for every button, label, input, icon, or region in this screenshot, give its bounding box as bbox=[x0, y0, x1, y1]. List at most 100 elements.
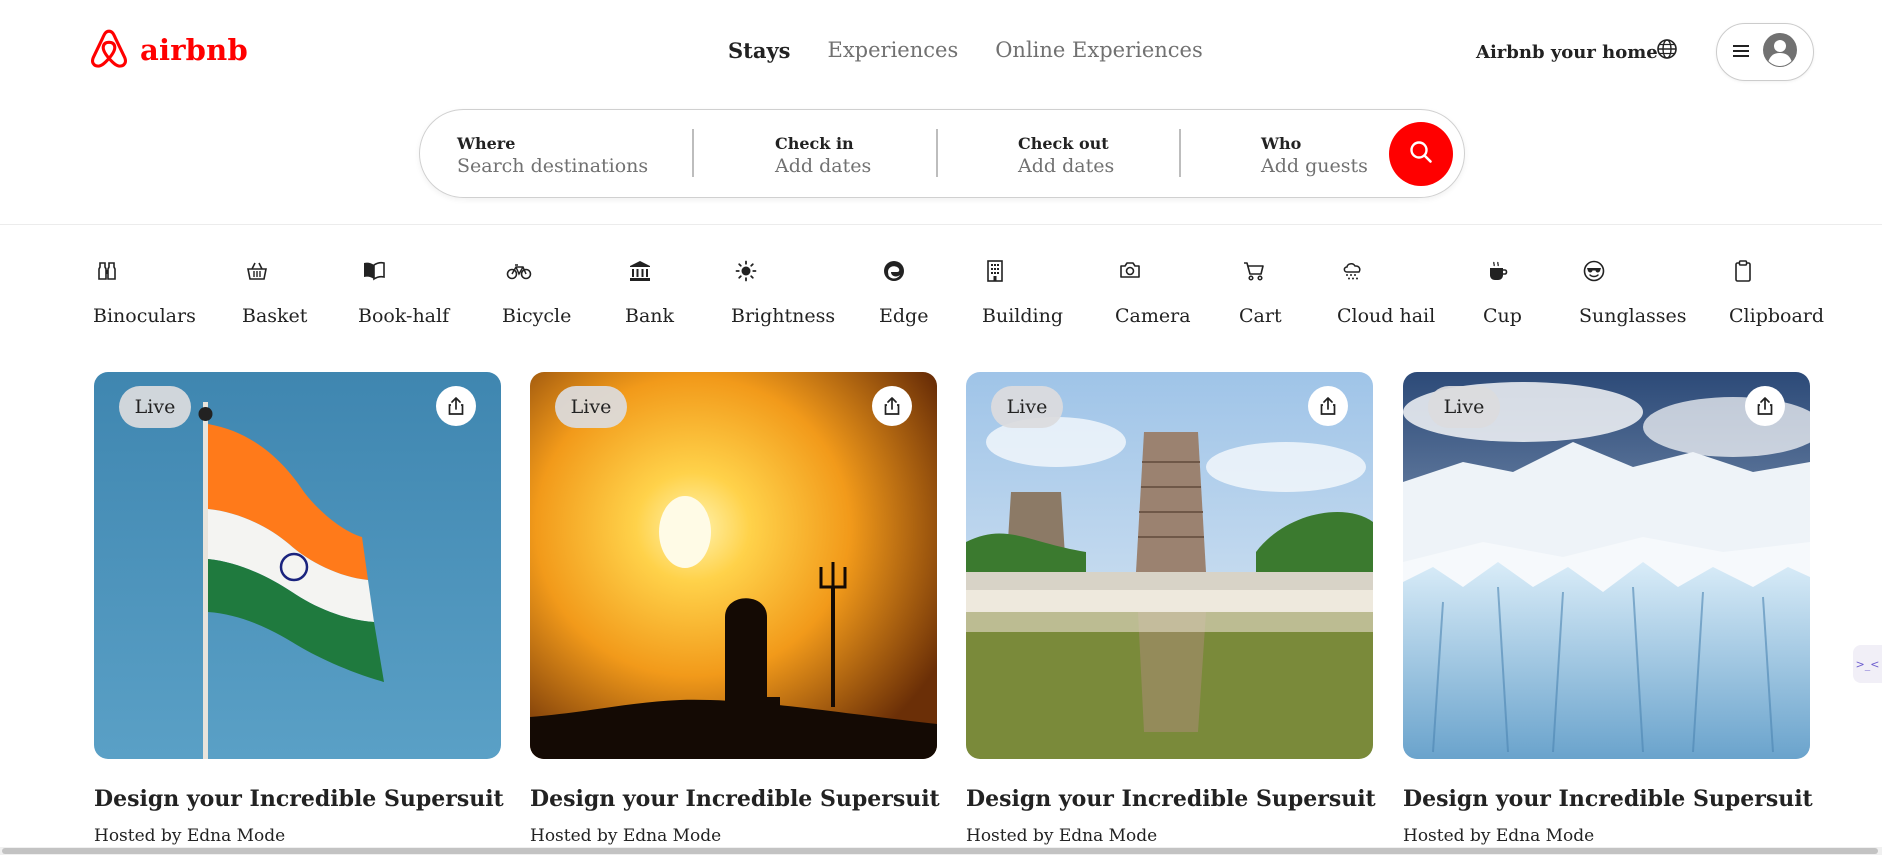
who-placeholder: Add guests bbox=[1261, 155, 1368, 177]
card-title: Design your Incredible Supersuit bbox=[530, 786, 940, 812]
share-button[interactable] bbox=[436, 386, 476, 426]
category-label: Bicycle bbox=[502, 305, 572, 327]
building-icon bbox=[986, 260, 1004, 286]
category-cup[interactable]: Cup bbox=[1483, 260, 1522, 327]
globe-icon[interactable] bbox=[1656, 38, 1678, 64]
basket-icon bbox=[246, 260, 268, 286]
share-button[interactable] bbox=[1308, 386, 1348, 426]
temple-tank-reflection-photo[interactable]: Live bbox=[966, 372, 1373, 759]
category-basket[interactable]: Basket bbox=[242, 260, 307, 327]
side-extension-tab[interactable]: >_< bbox=[1853, 645, 1882, 683]
category-cart[interactable]: Cart bbox=[1239, 260, 1282, 327]
category-label: Binoculars bbox=[93, 305, 196, 327]
live-badge: Live bbox=[991, 386, 1063, 428]
search-button[interactable] bbox=[1389, 122, 1453, 186]
category-bicycle[interactable]: Bicycle bbox=[502, 260, 571, 327]
share-button[interactable] bbox=[872, 386, 912, 426]
camera-icon bbox=[1119, 260, 1141, 286]
card-title: Design your Incredible Supersuit bbox=[94, 786, 504, 812]
category-label: Camera bbox=[1115, 305, 1191, 327]
live-badge: Live bbox=[119, 386, 191, 428]
cart-icon bbox=[1243, 260, 1265, 286]
search-divider bbox=[936, 129, 938, 177]
category-camera[interactable]: Camera bbox=[1115, 260, 1191, 327]
share-icon bbox=[1319, 396, 1337, 416]
tab-online-experiences[interactable]: Online Experiences bbox=[995, 38, 1203, 63]
search-icon bbox=[1408, 139, 1434, 169]
sunset-shiva-lingam-photo[interactable]: Live bbox=[530, 372, 937, 759]
user-avatar-icon bbox=[1763, 33, 1797, 71]
search-divider bbox=[1179, 129, 1181, 177]
category-label: Book-half bbox=[358, 305, 450, 327]
brand-name: airbnb bbox=[140, 33, 248, 67]
clipboard-icon bbox=[1733, 260, 1753, 286]
checkin-placeholder: Add dates bbox=[775, 155, 872, 177]
top-header: airbnb Stays Experiences Online Experien… bbox=[0, 0, 1882, 225]
tab-stays[interactable]: Stays bbox=[728, 38, 791, 63]
category-label: Basket bbox=[242, 305, 308, 327]
category-book-half[interactable]: Book-half bbox=[358, 260, 449, 327]
horizontal-scrollbar[interactable] bbox=[0, 847, 1882, 855]
where-label: Where bbox=[457, 134, 516, 153]
category-cloud-hail[interactable]: Cloud hail bbox=[1337, 260, 1435, 327]
category-binoculars[interactable]: Binoculars bbox=[93, 260, 196, 327]
scrollbar-thumb[interactable] bbox=[2, 848, 1878, 854]
category-brightness[interactable]: Brightness bbox=[731, 260, 835, 327]
who-label: Who bbox=[1261, 134, 1302, 153]
search-where-field[interactable]: Where Search destinations bbox=[457, 134, 648, 177]
category-label: Edge bbox=[879, 305, 929, 327]
airbnb-logo-icon bbox=[88, 26, 130, 74]
category-label: Clipboard bbox=[1729, 305, 1825, 327]
listing-card[interactable]: Live Design your Incredible Supersuit Ho… bbox=[966, 372, 1376, 846]
category-label: Sunglasses bbox=[1579, 305, 1687, 327]
bank-icon bbox=[629, 260, 651, 286]
category-bank[interactable]: Bank bbox=[625, 260, 674, 327]
bicycle-icon bbox=[506, 260, 532, 286]
card-host: Hosted by Edna Mode bbox=[530, 826, 722, 846]
listing-card[interactable]: Live Design your Incredible Supersuit Ho… bbox=[94, 372, 504, 846]
brightness-icon bbox=[735, 260, 757, 286]
card-title: Design your Incredible Supersuit bbox=[966, 786, 1376, 812]
main-nav: Stays Experiences Online Experiences bbox=[728, 38, 1203, 63]
cloud-hail-icon bbox=[1341, 260, 1363, 286]
checkout-placeholder: Add dates bbox=[1018, 155, 1115, 177]
tab-experiences[interactable]: Experiences bbox=[828, 38, 959, 63]
card-host: Hosted by Edna Mode bbox=[966, 826, 1158, 846]
hamburger-icon bbox=[1733, 43, 1749, 62]
sunglasses-icon bbox=[1583, 260, 1605, 286]
share-icon bbox=[447, 396, 465, 416]
category-label: Bank bbox=[625, 305, 675, 327]
share-icon bbox=[883, 396, 901, 416]
cup-icon bbox=[1487, 260, 1509, 286]
search-checkin-field[interactable]: Check in Add dates bbox=[775, 134, 871, 177]
category-label: Brightness bbox=[731, 305, 836, 327]
card-host: Hosted by Edna Mode bbox=[1403, 826, 1595, 846]
share-icon bbox=[1756, 396, 1774, 416]
category-label: Cloud hail bbox=[1337, 305, 1436, 327]
card-host: Hosted by Edna Mode bbox=[94, 826, 286, 846]
category-label: Building bbox=[982, 305, 1063, 327]
listing-card[interactable]: Live Design your Incredible Supersuit Ho… bbox=[530, 372, 940, 846]
checkin-label: Check in bbox=[775, 134, 854, 153]
checkout-label: Check out bbox=[1018, 134, 1109, 153]
category-clipboard[interactable]: Clipboard bbox=[1729, 260, 1824, 327]
search-divider bbox=[692, 129, 694, 177]
user-menu-button[interactable] bbox=[1716, 23, 1814, 81]
share-button[interactable] bbox=[1745, 386, 1785, 426]
category-edge[interactable]: Edge bbox=[879, 260, 928, 327]
listing-card[interactable]: Live Design your Incredible Supersuit Ho… bbox=[1403, 372, 1813, 846]
category-building[interactable]: Building bbox=[982, 260, 1063, 327]
live-badge: Live bbox=[1428, 386, 1500, 428]
indian-flag-photo[interactable]: Live bbox=[94, 372, 501, 759]
category-label: Cart bbox=[1239, 305, 1282, 327]
search-who-field[interactable]: Who Add guests bbox=[1261, 134, 1368, 177]
search-checkout-field[interactable]: Check out Add dates bbox=[1018, 134, 1114, 177]
glacier-photo[interactable]: Live bbox=[1403, 372, 1810, 759]
airbnb-your-home-link[interactable]: Airbnb your home bbox=[1476, 42, 1658, 63]
airbnb-logo[interactable]: airbnb bbox=[88, 26, 248, 74]
search-bar: Where Search destinations Check in Add d… bbox=[419, 109, 1465, 198]
where-placeholder: Search destinations bbox=[457, 155, 649, 177]
live-badge: Live bbox=[555, 386, 627, 428]
edge-icon bbox=[883, 260, 905, 286]
category-sunglasses[interactable]: Sunglasses bbox=[1579, 260, 1687, 327]
